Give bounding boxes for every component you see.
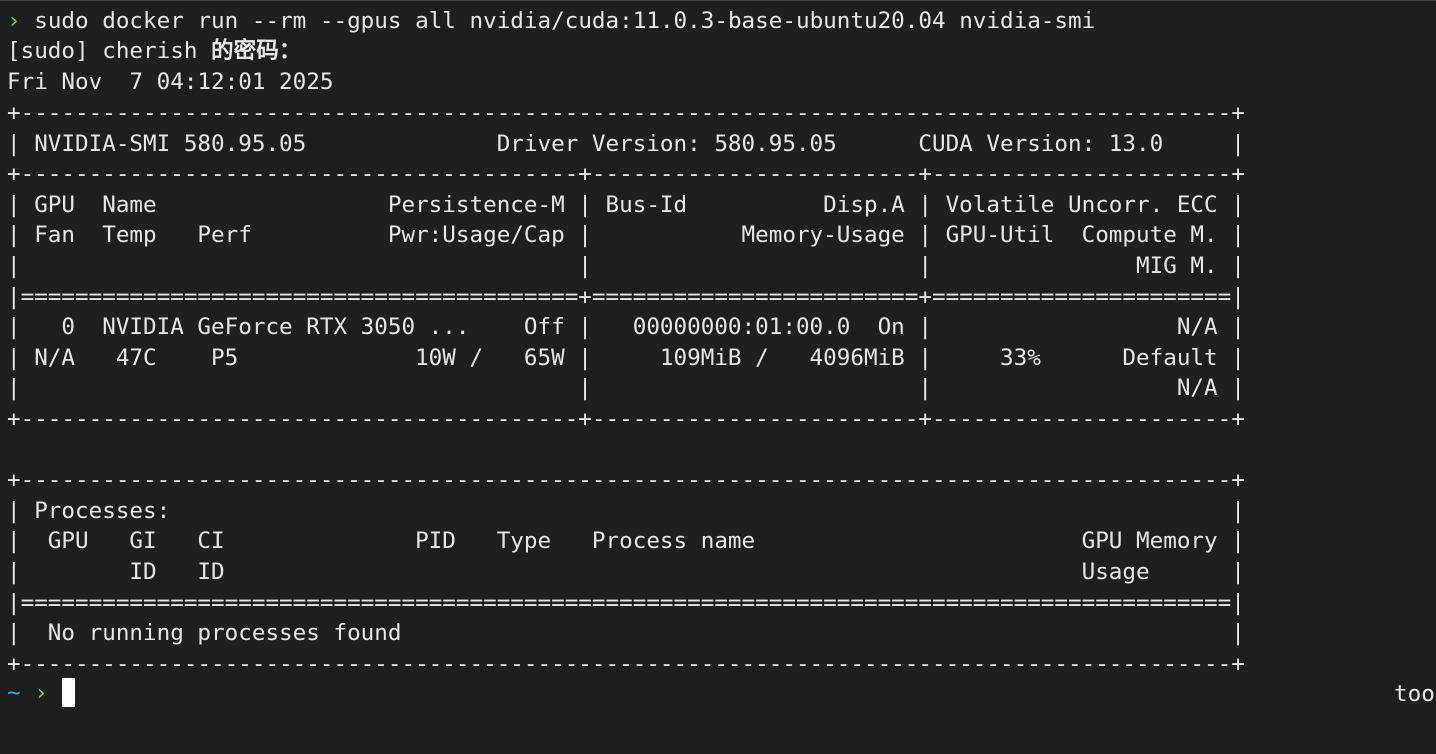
timestamp-line: Fri Nov 7 04:12:01 2025 [7,69,334,95]
smi-line: +---------------------------------------… [7,100,1245,126]
prompt-arrow-icon: › [7,8,21,34]
smi-line: | No running processes found | [7,620,1245,647]
shell-prompt-line[interactable]: ~ › [7,678,75,708]
smi-line: | N/A 47C P5 10W / 65W | 109MiB / 4096Mi… [7,344,1245,371]
smi-line: +---------------------------------------… [7,650,1245,677]
smi-line: | NVIDIA-SMI 580.95.05 Driver Version: 5… [7,130,1245,157]
right-prompt-text: too [1394,681,1435,707]
smi-line: +---------------------------------------… [7,406,1245,432]
home-tilde-icon: ~ [7,680,21,706]
smi-line: +---------------------------------------… [7,161,1245,188]
command-line: › sudo docker run --rm --gpus all nvidia… [7,6,1095,36]
smi-line: | Fan Temp Perf Pwr:Usage/Cap | Memory-U… [7,222,1245,249]
smi-line: | | | N/A | [7,375,1245,402]
smi-line: | 0 NVIDIA GeForce RTX 3050 ... Off | 00… [7,314,1245,341]
prompt-arrow-icon: › [34,680,48,706]
smi-line: |=======================================… [7,589,1245,616]
smi-line: |=======================================… [7,283,1245,310]
smi-line: | GPU Name Persistence-M | Bus-Id Disp.A… [7,191,1245,218]
smi-line: | Processes: | [7,497,1245,524]
smi-line: | GPU GI CI PID Type Process name GPU Me… [7,528,1245,555]
smi-line: | ID ID Usage | [7,559,1245,585]
sudo-prompt-cjk: 的密码： [211,38,302,64]
text-cursor [61,678,75,707]
command-text: sudo docker run --rm --gpus all nvidia/c… [34,8,1096,34]
sudo-prompt-prefix: [sudo] cherish [7,38,212,64]
smi-line: +---------------------------------------… [7,467,1245,494]
terminal-window[interactable]: › sudo docker run --rm --gpus all nvidia… [0,0,1436,754]
sudo-password-prompt: [sudo] cherish 的密码： [7,36,301,66]
smi-line: | | | MIG M. | [7,253,1245,279]
